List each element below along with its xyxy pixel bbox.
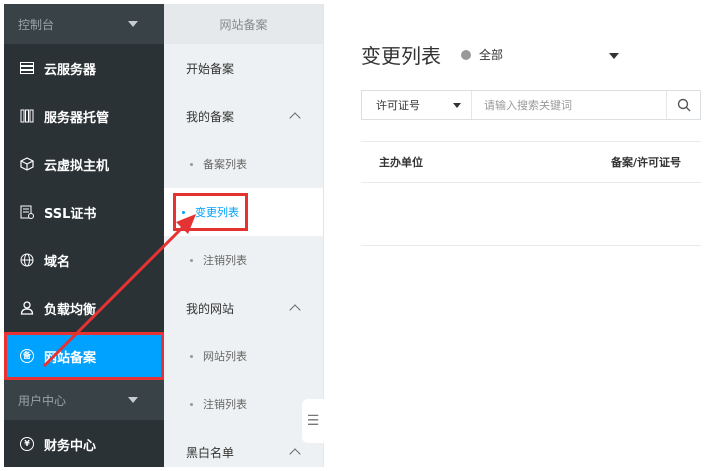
title-row: 变更列表 全部 (361, 40, 503, 69)
search-icon (677, 98, 690, 112)
globe-icon (20, 253, 34, 267)
sidebar-item-label: 云虚拟主机 (44, 158, 110, 174)
caret-down-icon[interactable] (609, 53, 619, 59)
subnav-group-my-filing[interactable]: 我的备案 (164, 92, 323, 140)
sidebar-section-label: 控制台 (18, 17, 55, 32)
caret-down-icon (128, 397, 138, 403)
subnav-label: 开始备案 (186, 61, 235, 76)
search-button[interactable] (666, 91, 700, 119)
status-dot-icon (461, 49, 471, 60)
search-bar: 许可证号 (361, 90, 701, 120)
subnav-group-my-site[interactable]: 我的网站 (164, 284, 323, 332)
sub-navigation: 网站备案 开始备案 我的备案 备案列表 变更列表 注销列表 我的网站 网站列表 … (164, 4, 324, 467)
chevron-up-icon (289, 448, 301, 460)
subnav-label: 变更列表 (195, 206, 239, 219)
collapse-menu-icon[interactable]: ☰ (302, 399, 324, 443)
sidebar-item-label: 财务中心 (44, 438, 97, 454)
subnav-start-filing[interactable]: 开始备案 (164, 44, 323, 92)
bullet-icon (190, 354, 193, 358)
search-input[interactable] (472, 91, 666, 119)
sidebar-section-user-center[interactable]: 用户中心 (4, 380, 164, 420)
sidebar-item-website-filing[interactable]: 备 网站备案 (4, 332, 164, 380)
subnav-group-blacklist[interactable]: 黑白名单 (164, 428, 323, 471)
status-filter-value[interactable]: 全部 (479, 46, 503, 63)
server-list-icon (20, 61, 34, 75)
sidebar-item-domain[interactable]: 域名 (4, 236, 164, 284)
bullet-icon (190, 402, 193, 406)
sidebar-item-label: 网站备案 (44, 350, 97, 366)
sidebar-item-cloud-server[interactable]: 云服务器 (4, 44, 164, 92)
sidebar-item-label: 域名 (44, 254, 71, 270)
subnav-label: 我的网站 (186, 301, 235, 316)
sidebar-item-server-hosting[interactable]: 服务器托管 (4, 92, 164, 140)
server-rack-icon (20, 109, 34, 123)
subnav-label: 我的备案 (186, 109, 235, 124)
app-window: 控制台 云服务器 服务器托管 云虚拟主机 SSL证书 域名 负载均衡 备 网站备… (0, 0, 705, 471)
sidebar-section-console[interactable]: 控制台 (4, 4, 164, 44)
bullet-icon (190, 162, 193, 166)
table-header: 主办单位 备案/许可证号 (361, 141, 701, 183)
sidebar-item-ssl[interactable]: SSL证书 (4, 188, 164, 236)
page-title: 变更列表 (361, 44, 441, 68)
caret-down-icon (453, 102, 461, 108)
subnav-header: 网站备案 (164, 4, 323, 44)
search-type-value: 许可证号 (376, 99, 420, 112)
search-type-select[interactable]: 许可证号 (362, 91, 472, 119)
caret-down-icon (128, 21, 138, 27)
bullet-icon (182, 210, 185, 214)
sidebar-item-label: SSL证书 (44, 206, 97, 222)
subnav-item-change-list[interactable]: 变更列表 (164, 188, 323, 236)
column-header: 主办单位 (379, 156, 423, 169)
sidebar-section-label: 用户中心 (18, 393, 67, 408)
sidebar-item-label: 云服务器 (44, 62, 97, 78)
main-content: 变更列表 全部 许可证号 主办单位 备案/许可证号 (325, 4, 701, 467)
subnav-label: 网站列表 (203, 350, 247, 363)
subnav-label: 备案列表 (203, 158, 247, 171)
subnav-label: 黑白名单 (186, 445, 235, 460)
subnav-item-site-list[interactable]: 网站列表 (164, 332, 323, 380)
highlight-box: 变更列表 (173, 193, 248, 231)
certificate-icon (20, 205, 34, 219)
yen-icon: ¥ (20, 437, 34, 451)
sidebar-item-label: 服务器托管 (44, 110, 110, 126)
subnav-item-cancel-list[interactable]: 注销列表 (164, 236, 323, 284)
subnav-item-site-cancel-list[interactable]: 注销列表 (164, 380, 323, 428)
main-sidebar: 控制台 云服务器 服务器托管 云虚拟主机 SSL证书 域名 负载均衡 备 网站备… (4, 4, 164, 467)
subnav-item-filing-list[interactable]: 备案列表 (164, 140, 323, 188)
cube-icon (20, 157, 34, 171)
subnav-label: 注销列表 (203, 254, 247, 267)
bullet-icon (190, 258, 193, 262)
sidebar-item-finance[interactable]: ¥ 财务中心 (4, 420, 164, 468)
sidebar-item-load-balance[interactable]: 负载均衡 (4, 284, 164, 332)
load-balance-icon (20, 301, 34, 315)
sidebar-item-virtual-host[interactable]: 云虚拟主机 (4, 140, 164, 188)
subnav-label: 注销列表 (203, 398, 247, 411)
filing-badge-icon: 备 (20, 349, 34, 363)
chevron-up-icon (289, 112, 301, 124)
chevron-up-icon (289, 304, 301, 316)
sidebar-item-label: 负载均衡 (44, 302, 97, 318)
column-header: 备案/许可证号 (611, 156, 682, 169)
table-body-empty (361, 183, 701, 246)
